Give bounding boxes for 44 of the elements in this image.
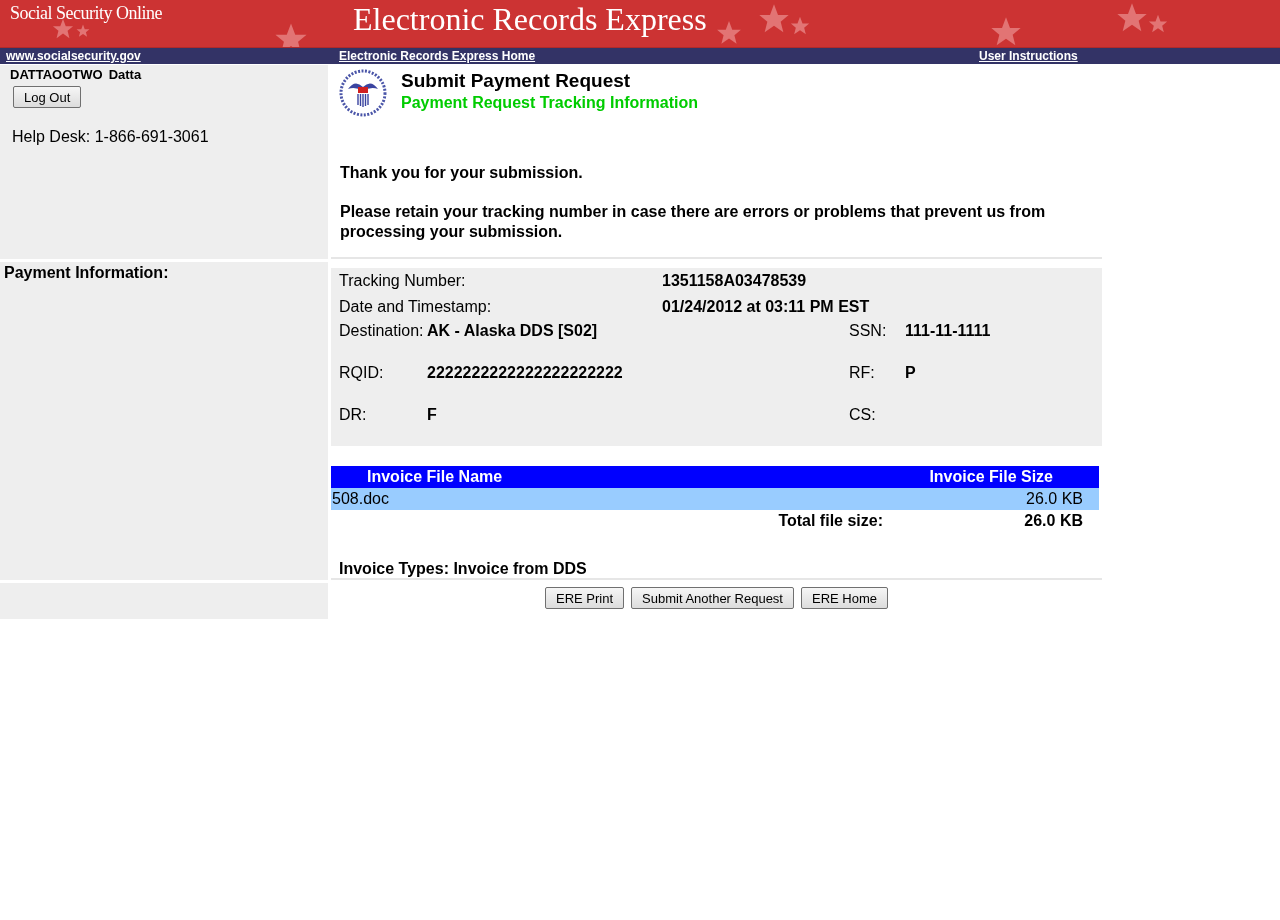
nav-link[interactable]: User Instructions (979, 49, 1078, 63)
action-button[interactable]: ERE Home (801, 587, 888, 609)
field-value: AK - Alaska DDS [S02] (427, 322, 599, 340)
action-button[interactable]: Submit Another Request (631, 587, 794, 609)
field-label: RQID: (339, 364, 385, 382)
field-label: RF: (849, 364, 876, 382)
field-label: DR: (339, 406, 368, 424)
seal-icon (339, 69, 387, 117)
site-name: Social Security Online (10, 3, 162, 24)
nav-link[interactable]: www.socialsecurity.gov (6, 49, 141, 63)
total-label: Total file size: (778, 512, 883, 530)
field-label: SSN: (849, 322, 888, 340)
section-label: Payment Information: (3, 263, 170, 282)
message-text: Thank you for your submission. (340, 163, 584, 183)
logout-button[interactable]: Log Out (13, 86, 82, 108)
message-text: Please retain your tracking number in case there are errors or problems that prevent us from processing your submission. (340, 202, 1047, 242)
field-value: 111-11-1111 (905, 322, 992, 340)
user-name: Datta (108, 67, 142, 82)
star-icon (76, 24, 90, 38)
field-label: Tracking Number: (339, 272, 467, 290)
column-header: Invoice File Name (367, 468, 503, 486)
field-label: CS: (849, 406, 877, 424)
banner-title: Electronic Records Express (353, 1, 707, 38)
nav-link[interactable]: Electronic Records Express Home (339, 49, 536, 63)
table-cell: 508.doc (332, 490, 389, 508)
table-cell: 26.0 KB (1026, 490, 1083, 508)
field-value: 1351158A03478539 (662, 272, 808, 290)
help-desk-text: Help Desk: 1-866-691-3061 (12, 128, 210, 146)
total-value: 26.0 KB (1024, 512, 1083, 530)
field-value: 01/24/2012 at 03:11 PM EST (662, 298, 871, 316)
page-subtitle: Payment Request Tracking Information (401, 94, 698, 112)
field-value: 2222222222222222222222 (427, 364, 624, 382)
field-label: Destination: (339, 322, 425, 340)
field-label: Date and Timestamp: (339, 298, 493, 316)
username: DATTAOOTWO (10, 67, 103, 82)
star-icon (990, 16, 1022, 47)
action-button[interactable]: ERE Print (545, 587, 625, 609)
field-value: P (905, 364, 917, 382)
star-icon (716, 20, 742, 46)
column-header: Invoice File Size (929, 468, 1053, 486)
star-icon (274, 22, 308, 47)
invoice-types-text: Invoice Types: Invoice from DDS (338, 559, 588, 578)
page-title: Submit Payment Request (401, 70, 632, 92)
field-value: F (427, 406, 438, 424)
